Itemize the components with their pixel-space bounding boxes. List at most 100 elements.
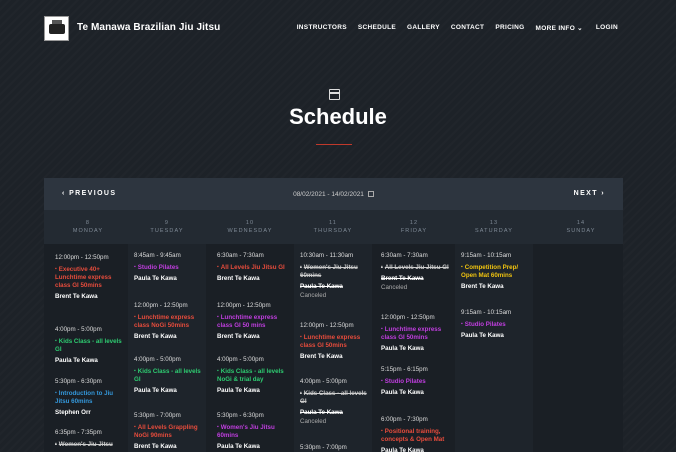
instructor-name: Brent Te Kawa [55,293,98,300]
session-name[interactable]: Introduction to Jiu Jitsu 60mins [55,389,127,406]
class-session[interactable]: 12:00pm - 12:50pm Lunchtime express class… [217,302,289,341]
day-column-wednesday: 6:30am - 7:30am All Levels Jiu Jitsu GI Br… [211,244,289,452]
class-session[interactable]: 10:30am - 11:30am Women's Jiu Jitsu 60min… [300,252,372,300]
session-time: 8:45am - 9:45am [134,252,181,259]
session-name[interactable]: All Levels Jiu Jitsu GI [217,263,289,272]
class-session[interactable]: 5:30pm - 6:30pm Women's Jiu Jitsu 60mins P… [217,412,289,451]
session-name[interactable]: Women's Jiu Jitsu 60mins [300,263,372,280]
session-time: 12:00pm - 12:50pm [381,314,435,321]
menu-item-gallery[interactable]: GALLERY [407,24,440,32]
day-column-friday: 6:30am - 7:30am All Levels Jiu Jitsu GI Br… [375,244,453,452]
instructor-name: Paula Te Kawa [300,409,343,416]
session-name[interactable]: Women's Jiu Jitsu 60mins [217,423,289,440]
menu-item-pricing[interactable]: PRICING [495,24,524,32]
day-header-saturday: 13 SATURDAY [455,219,533,235]
day-column-monday: 12:00pm - 12:50pm Executive 40+ Lunchtime… [49,244,127,452]
class-session[interactable]: 9:15am - 10:15am Competition Prep/ Open M… [461,252,533,291]
session-name[interactable]: Studio Pilates [381,377,453,386]
day-number: 9 [164,220,170,226]
class-session[interactable]: 12:00pm - 12:50pm Lunchtime express class… [300,322,372,361]
session-name[interactable]: Kids Class - all levels GI [55,337,127,354]
menu-item-contact[interactable]: CONTACT [451,24,484,32]
session-name[interactable]: Lunchtime express class GI 50 mins [217,313,289,330]
day-column-thursday: 10:30am - 11:30am Women's Jiu Jitsu 60min… [294,244,372,452]
session-time: 5:15pm - 6:15pm [381,366,428,373]
instructor-name: Brent Te Kawa [134,443,177,450]
class-session[interactable]: 5:15pm - 6:15pm Studio Pilates Paula Te Ka… [381,366,453,397]
session-time: 4:00pm - 5:00pm [134,356,181,363]
class-session[interactable]: 6:30am - 7:30am All Levels Jiu Jitsu GI Br… [217,252,289,283]
session-name[interactable]: Kids Class - all levels GI [300,389,372,406]
session-name[interactable]: Executive 40+ Lunchtime express class GI… [55,265,127,290]
instructor-name: Stephen Orr [55,409,91,416]
day-header-tuesday: 9 TUESDAY [128,219,206,235]
class-session[interactable]: 4:00pm - 5:00pm Kids Class - all levels N… [217,356,289,395]
class-session[interactable]: 5:30pm - 6:30pm Introduction to Jiu Jitsu… [55,378,127,417]
instructor-name: Paula Te Kawa [381,345,424,352]
session-name[interactable]: All Levels Jiu Jitsu GI [381,263,453,272]
session-time: 6:35pm - 7:35pm [55,429,102,436]
session-name[interactable]: Kids Class - all levels NoGi & trial day [217,367,289,384]
instructor-name: Brent Te Kawa [217,333,260,340]
session-time: 9:15am - 10:15am [461,309,512,316]
week-navigation-bar: ‹ PREVIOUS 08/02/2021 - 14/02/2021 NEXT … [44,178,623,210]
class-session[interactable]: 6:35pm - 7:35pm Women's Jiu Jitsu [55,429,127,449]
day-name: TUESDAY [150,228,184,234]
day-name: SUNDAY [566,228,596,234]
session-time: 6:30am - 7:30am [217,252,264,259]
session-name[interactable]: Studio Pilates [134,263,206,272]
day-column-saturday: 9:15am - 10:15am Competition Prep/ Open M… [455,244,533,452]
session-name[interactable]: Studio Pilates [461,320,533,329]
menu-item-login[interactable]: LOGIN [596,24,618,32]
instructor-name: Paula Te Kawa [217,443,260,450]
brand-name[interactable]: Te Manawa Brazilian Jiu Jitsu [77,22,220,33]
next-week-button[interactable]: NEXT › [574,190,605,197]
instructor-name: Paula Te Kawa [300,283,343,290]
class-session[interactable]: 6:30am - 7:30am All Levels Jiu Jitsu GI Br… [381,252,453,292]
session-name[interactable]: Women's Jiu Jitsu [55,440,127,449]
day-name: WEDNESDAY [227,228,273,234]
class-session[interactable]: 8:45am - 9:45am Studio Pilates Paula Te Ka… [134,252,206,283]
menu-item-instructors[interactable]: INSTRUCTORS [297,24,347,32]
class-session[interactable]: 9:15am - 10:15am Studio Pilates Paula Te K… [461,309,533,340]
session-time: 4:00pm - 5:00pm [217,356,264,363]
class-session[interactable]: 4:00pm - 5:00pm Kids Class - all levels G… [55,326,127,365]
session-name[interactable]: Lunchtime express class NoGi 50mins [134,313,206,330]
menu-item-more-info[interactable]: MORE INFO ⌄ [536,24,583,32]
session-name[interactable]: Lunchtime express class GI 50mins [381,325,453,342]
day-column-tuesday: 8:45am - 9:45am Studio Pilates Paula Te Ka… [128,244,206,452]
instructor-name: Brent Te Kawa [217,275,260,282]
class-session[interactable]: 12:00pm - 12:50pm Lunchtime express class… [134,302,206,341]
class-session[interactable]: 12:00pm - 12:50pm Executive 40+ Lunchtime… [55,254,127,301]
class-session[interactable]: 5:30pm - 7:00pm All Levels Grappling NoGi… [134,412,206,451]
session-name[interactable]: Lunchtime express class GI 50mins [300,333,372,350]
day-number: 12 [409,220,419,226]
calendar-icon [329,89,340,100]
class-session[interactable]: 4:00pm - 5:00pm Kids Class - all levels G… [300,378,372,426]
session-time: 5:30pm - 7:00pm [134,412,181,419]
brand-logo[interactable] [44,16,69,41]
page-title: Schedule [289,104,387,129]
instructor-name: Brent Te Kawa [300,353,343,360]
canceled-label: Canceled [300,418,327,425]
session-name[interactable]: All Levels Grappling NoGi 90mins [134,423,206,440]
calendar-small-icon [367,191,374,197]
class-session[interactable]: 6:00pm - 7:30pm Positional training, conc… [381,416,453,452]
day-column-sunday: NO SESSIONS [542,244,620,452]
main-menu: INSTRUCTORS SCHEDULE GALLERY CONTACT PRI… [297,24,618,32]
class-session[interactable]: 12:00pm - 12:50pm Lunchtime express class… [381,314,453,353]
title-divider [316,144,352,145]
menu-item-schedule[interactable]: SCHEDULE [358,24,396,32]
session-time: 9:15am - 10:15am [461,252,512,259]
session-name[interactable]: Positional training, concepts & Open Mat [381,427,453,444]
class-session[interactable]: 4:00pm - 5:00pm Kids Class - all levels G… [134,356,206,395]
session-name[interactable]: Competition Prep/ Open Mat 60mins [461,263,533,280]
class-session[interactable]: 5:30pm - 7:00pm [300,444,372,452]
session-name[interactable]: Kids Class - all levels GI [134,367,206,384]
session-time: 6:00pm - 7:30pm [381,416,428,423]
session-time: 10:30am - 11:30am [300,252,354,259]
canceled-label: Canceled [300,292,327,299]
date-range[interactable]: 08/02/2021 - 14/02/2021 [44,191,623,198]
instructor-name: Paula Te Kawa [381,389,424,396]
instructor-name: Brent Te Kawa [461,283,504,290]
